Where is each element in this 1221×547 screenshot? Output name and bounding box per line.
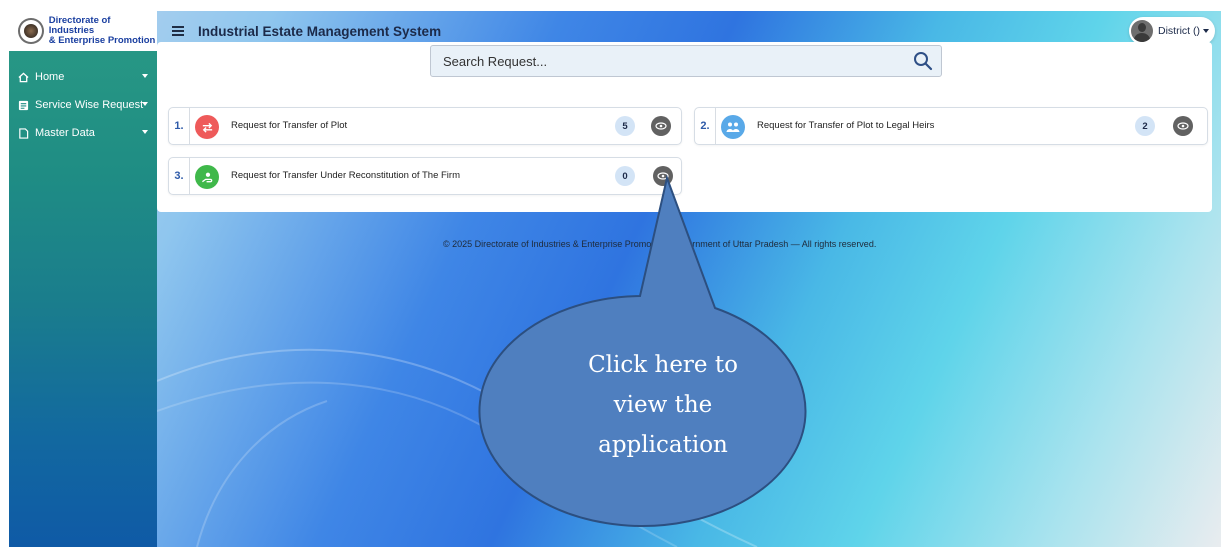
user-hand-icon (195, 165, 219, 189)
sidebar-item-label: Master Data (35, 127, 95, 139)
org-name: Directorate of Industries & Enterprise P… (49, 16, 157, 46)
sidebar-item-label: Service Wise Request (35, 99, 144, 111)
org-name-line1: Directorate of Industries (48, 15, 111, 36)
request-index: 3. (169, 158, 190, 194)
sidebar-logo[interactable]: Directorate of Industries & Enterprise P… (9, 11, 157, 51)
request-index: 1. (169, 108, 190, 144)
request-count-badge: 5 (615, 116, 635, 136)
callout-line1: Click here to (588, 352, 738, 378)
view-eye-icon[interactable] (651, 116, 671, 136)
hamburger-menu-icon[interactable] (172, 26, 184, 36)
callout-line3: application (598, 432, 728, 458)
requests-panel: Search Request... 1. Request for Transfe… (157, 42, 1212, 212)
users-icon (721, 115, 745, 139)
request-count-badge: 0 (615, 166, 635, 186)
user-menu[interactable]: District () (1129, 17, 1215, 45)
home-icon (17, 71, 29, 83)
footer-copyright: © 2025 Directorate of Industries & Enter… (443, 239, 877, 249)
request-index: 2. (695, 108, 716, 144)
request-label: Request for Transfer of Plot (231, 120, 348, 131)
search-input[interactable]: Search Request... (430, 45, 942, 77)
request-label: Request for Transfer Under Reconstitutio… (231, 170, 460, 181)
document-icon (17, 127, 29, 139)
sidebar-item-home[interactable]: Home (9, 63, 157, 91)
sidebar-item-label: Home (35, 71, 65, 83)
callout-text: Click here to view the application (538, 345, 788, 465)
user-name: District () (1158, 25, 1200, 37)
sidebar-nav: Home Service Wise Request Master Data (9, 63, 157, 147)
avatar (1131, 20, 1153, 42)
chevron-down-icon (142, 130, 148, 134)
request-label: Request for Transfer of Plot to Legal He… (757, 120, 935, 131)
request-card-transfer-of-plot[interactable]: 1. Request for Transfer of Plot 5 (168, 107, 682, 145)
search-icon[interactable] (913, 51, 933, 71)
chevron-down-icon (142, 74, 148, 78)
search-placeholder: Search Request... (443, 54, 548, 69)
sidebar: Directorate of Industries & Enterprise P… (9, 11, 157, 547)
sidebar-item-service-wise-request[interactable]: Service Wise Request (9, 91, 157, 119)
transfer-icon (195, 115, 219, 139)
page-title: Industrial Estate Management System (198, 23, 442, 39)
chevron-down-icon (142, 102, 148, 106)
request-card-reconstitution-of-firm[interactable]: 3. Request for Transfer Under Reconstitu… (168, 157, 682, 195)
request-card-transfer-to-legal-heirs[interactable]: 2. Request for Transfer of Plot to Legal… (694, 107, 1208, 145)
callout-line2: view the (613, 392, 713, 418)
list-icon (17, 99, 29, 111)
org-name-line2: & Enterprise Promotion (48, 35, 156, 46)
chevron-down-icon (1203, 29, 1209, 33)
sidebar-item-master-data[interactable]: Master Data (9, 119, 157, 147)
view-eye-icon[interactable] (653, 166, 673, 186)
request-count-badge: 2 (1135, 116, 1155, 136)
up-emblem-icon (18, 18, 44, 44)
view-eye-icon[interactable] (1173, 116, 1193, 136)
